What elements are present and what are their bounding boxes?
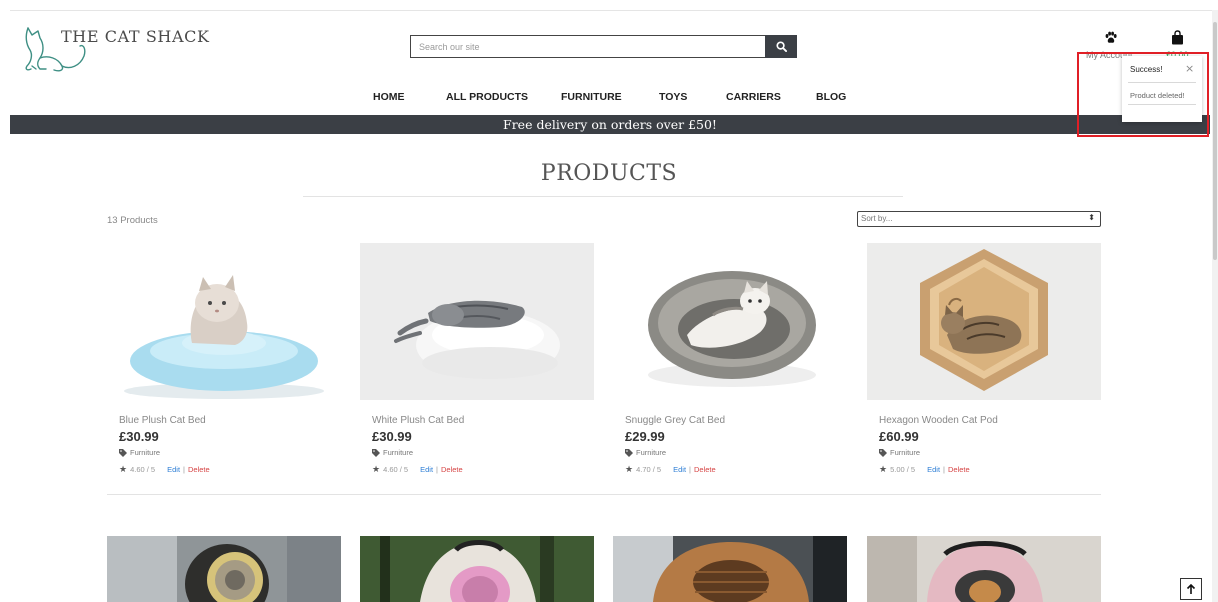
edit-link[interactable]: Edit	[167, 465, 180, 474]
main-nav: HOME ALL PRODUCTS FURNITURE TOYS CARRIER…	[0, 91, 1218, 105]
product-price: £60.99	[879, 429, 919, 444]
product-category[interactable]: Furniture	[625, 448, 666, 457]
arrow-up-icon	[1186, 583, 1196, 594]
star-icon: ★	[625, 464, 634, 474]
delete-link[interactable]: Delete	[441, 465, 463, 474]
page-title: PRODUCTS	[540, 161, 678, 186]
nav-item-home[interactable]: HOME	[373, 91, 405, 103]
product-count: 13 Products	[107, 215, 158, 226]
product-row-divider	[107, 494, 1101, 495]
edit-link[interactable]: Edit	[420, 465, 433, 474]
product-category[interactable]: Furniture	[119, 448, 160, 457]
nav-item-toys[interactable]: TOYS	[659, 91, 687, 103]
product-card: White Plush Cat Bed £30.99 Furniture ★ 4…	[360, 243, 594, 474]
link-separator: |	[943, 465, 945, 474]
product-card: Snuggle Grey Cat Bed £29.99 Furniture ★ …	[613, 243, 847, 474]
product-image-white-plush-cat-bed[interactable]	[360, 243, 594, 400]
delete-link[interactable]: Delete	[694, 465, 716, 474]
highlight-box	[1077, 52, 1209, 137]
product-rating-value: 4.60 / 5	[383, 465, 409, 474]
product-image-hexagon-wooden-cat-pod[interactable]	[867, 243, 1101, 400]
search-bar	[410, 35, 797, 58]
product-image-carrier-3[interactable]	[613, 536, 847, 602]
search-icon	[775, 41, 787, 52]
link-separator: |	[436, 465, 438, 474]
delete-link[interactable]: Delete	[188, 465, 210, 474]
nav-item-blog[interactable]: BLOG	[816, 91, 846, 103]
product-name[interactable]: White Plush Cat Bed	[372, 415, 464, 426]
product-price: £30.99	[119, 429, 159, 444]
paw-icon	[1105, 31, 1117, 43]
site-logo[interactable]: THE CAT SHACK	[18, 22, 218, 74]
scroll-to-top-button[interactable]	[1180, 578, 1202, 600]
star-icon: ★	[372, 464, 381, 474]
product-image-carrier-2[interactable]	[360, 536, 594, 602]
search-input[interactable]	[410, 35, 765, 58]
product-category-label: Furniture	[130, 448, 161, 457]
shopping-bag-button[interactable]	[1171, 30, 1184, 49]
tag-icon	[119, 448, 127, 457]
shopping-bag-icon	[1172, 30, 1183, 45]
nav-item-furniture[interactable]: FURNITURE	[561, 91, 622, 103]
star-icon: ★	[119, 464, 128, 474]
product-rating-value: 4.70 / 5	[636, 465, 662, 474]
edit-link[interactable]: Edit	[673, 465, 686, 474]
edit-link[interactable]: Edit	[927, 465, 940, 474]
tag-icon	[625, 448, 633, 457]
link-separator: |	[689, 465, 691, 474]
product-card: Hexagon Wooden Cat Pod £60.99 Furniture …	[867, 243, 1101, 474]
sort-select-label: Sort by...	[861, 214, 893, 223]
my-account-button[interactable]	[1104, 30, 1118, 49]
product-category[interactable]: Furniture	[372, 448, 413, 457]
product-name[interactable]: Snuggle Grey Cat Bed	[625, 415, 725, 426]
scrollbar-thumb[interactable]	[1213, 22, 1217, 260]
link-separator: |	[183, 465, 185, 474]
header-top-border	[10, 10, 1218, 11]
product-name[interactable]: Hexagon Wooden Cat Pod	[879, 415, 998, 426]
product-price: £30.99	[372, 429, 412, 444]
product-rating: ★ 4.60 / 5 Edit | Delete	[372, 464, 463, 475]
star-icon: ★	[879, 464, 888, 474]
delete-link[interactable]: Delete	[948, 465, 970, 474]
nav-item-all-products[interactable]: ALL PRODUCTS	[446, 91, 528, 103]
product-rating: ★ 5.00 / 5 Edit | Delete	[879, 464, 970, 475]
product-image-snuggle-grey-cat-bed[interactable]	[613, 243, 847, 400]
product-category[interactable]: Furniture	[879, 448, 920, 457]
product-category-label: Furniture	[383, 448, 414, 457]
tag-icon	[372, 448, 380, 457]
product-card: Blue Plush Cat Bed £30.99 Furniture ★ 4.…	[107, 243, 341, 474]
nav-item-carriers[interactable]: CARRIERS	[726, 91, 781, 103]
title-divider	[303, 196, 903, 197]
product-rating: ★ 4.60 / 5 Edit | Delete	[119, 464, 210, 475]
sort-select[interactable]: Sort by... ⬍	[857, 211, 1101, 227]
product-category-label: Furniture	[890, 448, 921, 457]
product-image-carrier-4[interactable]	[867, 536, 1101, 602]
delivery-banner: Free delivery on orders over £50!	[10, 115, 1210, 134]
product-rating-value: 4.60 / 5	[130, 465, 156, 474]
product-category-label: Furniture	[636, 448, 667, 457]
product-rating-value: 5.00 / 5	[890, 465, 916, 474]
tag-icon	[879, 448, 887, 457]
product-name[interactable]: Blue Plush Cat Bed	[119, 415, 206, 426]
product-image-blue-plush-cat-bed[interactable]	[107, 243, 341, 400]
brand-name: THE CAT SHACK	[61, 27, 210, 46]
product-image-carrier-1[interactable]	[107, 536, 341, 602]
search-button[interactable]	[765, 35, 797, 58]
product-rating: ★ 4.70 / 5 Edit | Delete	[625, 464, 716, 475]
product-price: £29.99	[625, 429, 665, 444]
sort-arrows-icon: ⬍	[1088, 213, 1095, 222]
